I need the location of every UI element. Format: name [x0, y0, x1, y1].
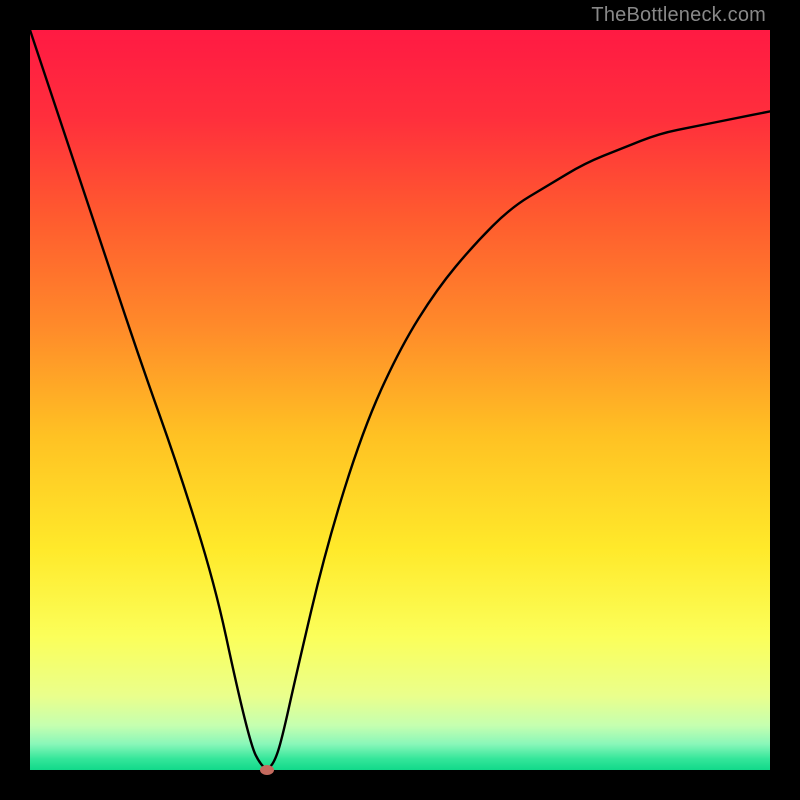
plot-area	[30, 30, 770, 770]
bottleneck-curve	[30, 30, 770, 770]
watermark-text: TheBottleneck.com	[591, 4, 766, 27]
chart-frame: TheBottleneck.com	[0, 0, 800, 800]
optimum-marker	[260, 765, 274, 775]
